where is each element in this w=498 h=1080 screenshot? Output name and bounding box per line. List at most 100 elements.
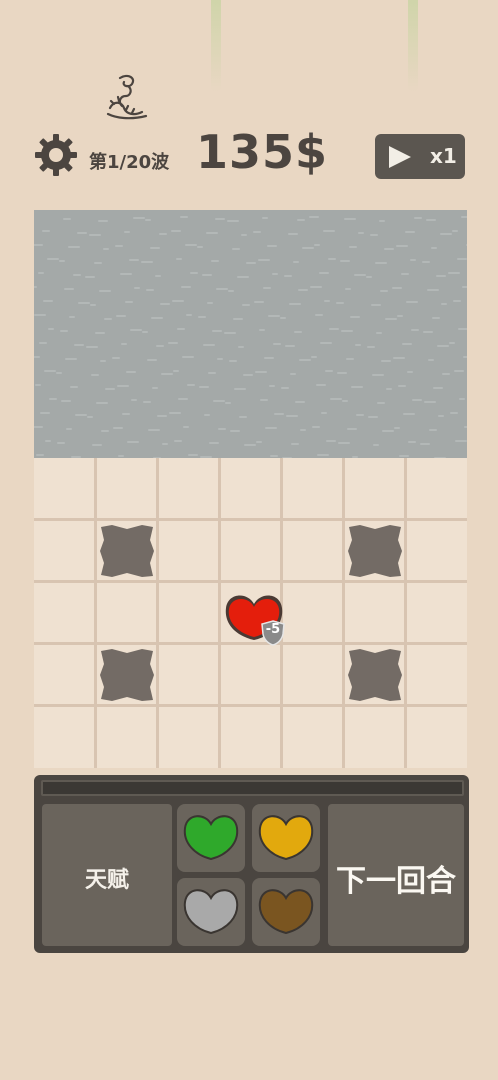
water-ripple xyxy=(34,356,40,358)
speed-toggle-button[interactable]: x1 xyxy=(375,134,465,179)
water-ripple xyxy=(116,315,126,317)
water-ripple xyxy=(63,218,71,220)
worm-icon xyxy=(106,74,148,120)
talent-button[interactable]: 天赋 xyxy=(42,804,172,946)
water-ripple xyxy=(157,415,167,417)
water-ripple xyxy=(260,399,268,401)
water-ripple xyxy=(464,426,467,428)
water-ripple xyxy=(118,455,124,457)
seed-slot-gray[interactable] xyxy=(177,878,245,946)
water-ripple xyxy=(269,385,275,387)
water-ripple xyxy=(183,426,189,428)
water-ripple xyxy=(405,231,415,233)
water-ripple xyxy=(372,374,384,376)
water-ripple xyxy=(423,331,433,333)
water-ripple xyxy=(216,288,228,290)
water-ripple xyxy=(367,346,375,348)
water-ripple xyxy=(312,426,320,428)
water-ripple xyxy=(187,384,195,386)
water-ripple xyxy=(281,387,289,389)
grid-line xyxy=(34,518,467,521)
water-ripple xyxy=(263,287,271,289)
water-ripple xyxy=(345,288,351,290)
water-ripple xyxy=(134,287,140,289)
water-ripple xyxy=(298,289,308,291)
water-ripple xyxy=(317,454,329,456)
water-ripple xyxy=(293,261,299,263)
water-ripple xyxy=(127,441,139,443)
water-ripple xyxy=(262,217,268,219)
gear-icon[interactable] xyxy=(34,133,78,177)
water-ripple xyxy=(34,426,43,428)
water-ripple xyxy=(268,315,280,317)
water-ripple xyxy=(326,440,336,442)
rock-obstacle xyxy=(100,525,154,577)
water-ripple xyxy=(208,372,216,374)
water-ripple xyxy=(35,384,41,386)
water-ripple xyxy=(459,398,465,400)
water-ripple xyxy=(398,385,406,387)
water-ripple xyxy=(347,428,357,430)
water-ripple xyxy=(272,273,278,275)
water-ripple xyxy=(112,357,120,359)
water-ripple xyxy=(273,343,281,345)
water-ripple xyxy=(224,332,236,334)
next-round-button[interactable]: 下一回合 xyxy=(328,804,464,946)
water-ripple xyxy=(358,232,364,234)
water-ripple xyxy=(91,374,99,376)
water-ripple xyxy=(457,258,467,260)
brown-heart-icon xyxy=(258,889,314,935)
water-ripple xyxy=(190,272,198,274)
water-ripple xyxy=(160,303,170,305)
water-ripple xyxy=(394,427,400,429)
water-ripple xyxy=(147,359,157,361)
water-ripple xyxy=(60,330,68,332)
water-ripple xyxy=(239,416,247,418)
water-ripple xyxy=(424,401,436,403)
water-ripple xyxy=(202,274,212,276)
water-ripple xyxy=(286,415,298,417)
water-ripple xyxy=(64,288,74,290)
water-ripple xyxy=(458,328,467,330)
water-ripple xyxy=(34,244,43,246)
water-ripple xyxy=(336,302,344,304)
water-ripple xyxy=(61,400,71,402)
water-ripple xyxy=(234,388,246,390)
water-ripple xyxy=(148,429,160,431)
water-ripple xyxy=(429,429,437,431)
water-area xyxy=(34,210,467,458)
seed-slot-green[interactable] xyxy=(177,804,245,872)
water-ripple xyxy=(228,290,234,292)
yellow-heart-icon xyxy=(258,815,314,861)
water-ripple xyxy=(356,414,364,416)
water-ripple xyxy=(232,248,240,250)
water-ripple xyxy=(206,232,218,234)
water-ripple xyxy=(142,331,148,333)
water-ripple xyxy=(242,304,250,306)
water-ripple xyxy=(280,317,286,319)
water-ripple xyxy=(265,427,277,429)
water-ripple xyxy=(437,345,449,347)
water-ripple xyxy=(209,442,219,444)
water-ripple xyxy=(259,329,265,331)
water-ripple xyxy=(213,400,225,402)
water-ripple xyxy=(45,440,51,442)
water-ripple xyxy=(375,262,387,264)
water-ripple xyxy=(90,304,96,306)
grid-line xyxy=(342,458,345,768)
water-ripple xyxy=(99,290,111,292)
water-ripple xyxy=(218,428,226,430)
water-ripple xyxy=(66,428,72,430)
water-ripple xyxy=(177,328,185,330)
water-ripple xyxy=(410,259,416,261)
water-ripple xyxy=(129,259,139,261)
seed-slot-brown[interactable] xyxy=(252,878,320,946)
water-ripple xyxy=(230,430,240,432)
wave-progress-bar xyxy=(41,780,464,796)
water-ripple xyxy=(342,400,348,402)
water-ripple xyxy=(172,300,184,302)
water-ripple xyxy=(290,373,296,375)
water-ripple xyxy=(100,360,106,362)
water-ripple xyxy=(188,454,198,456)
seed-slot-yellow[interactable] xyxy=(252,804,320,872)
